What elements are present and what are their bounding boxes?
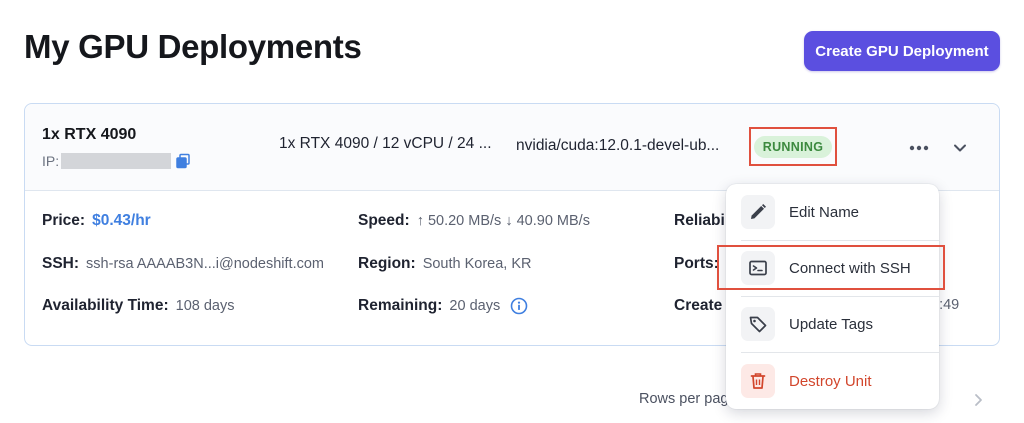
ip-row: IP:: [42, 153, 191, 169]
menu-item-label: Edit Name: [789, 203, 860, 221]
deployment-spec: 1x RTX 4090 / 12 vCPU / 24 ...: [279, 135, 492, 152]
deployment-card-header[interactable]: 1x RTX 4090 IP: 1x RTX 4090 / 12 vCPU / …: [25, 104, 999, 191]
ssh-value[interactable]: ssh-rsa AAAAB3N...i@nodeshift.com: [86, 256, 324, 272]
region-value: South Korea, KR: [422, 256, 532, 272]
reliability-label: Reliabi: [674, 212, 725, 229]
ssh-row: SSH: ssh-rsa AAAAB3N...i@nodeshift.com: [42, 255, 324, 273]
created-label: Create: [674, 297, 723, 314]
trash-icon: [741, 364, 775, 398]
reliability-row: Reliabi: [674, 212, 732, 230]
status-badge: RUNNING: [753, 135, 833, 158]
speed-value: ↑ 50.20 MB/s ↓ 40.90 MB/s: [416, 213, 590, 229]
ip-redacted: [61, 153, 172, 169]
status-highlight: RUNNING: [749, 127, 837, 166]
created-row: Create: [674, 297, 729, 315]
speed-row: Speed: ↑ 50.20 MB/s ↓ 40.90 MB/s: [358, 212, 590, 230]
page-content: My GPU Deployments Create GPU Deployment…: [0, 0, 1024, 423]
menu-item-destroy-unit[interactable]: Destroy Unit: [726, 353, 939, 409]
page: My GPU Deployments Create GPU Deployment…: [0, 0, 1024, 423]
more-options-icon[interactable]: [908, 137, 930, 159]
availability-value: 108 days: [175, 298, 235, 314]
info-icon[interactable]: [510, 297, 528, 315]
region-label: Region:: [358, 255, 416, 272]
menu-item-label: Connect with SSH: [789, 259, 911, 277]
speed-label: Speed:: [358, 212, 410, 229]
ip-label: IP:: [42, 153, 60, 169]
remaining-label: Remaining:: [358, 297, 443, 314]
gpu-name: 1x RTX 4090: [42, 126, 137, 143]
terminal-icon: [741, 251, 775, 285]
region-row: Region: South Korea, KR: [358, 255, 532, 273]
ssh-label: SSH:: [42, 255, 80, 272]
price-label: Price:: [42, 212, 86, 229]
menu-item-update-tags[interactable]: Update Tags: [726, 296, 939, 352]
ports-row: Ports:: [674, 255, 726, 273]
deployment-context-menu: Edit Name Connect with SSH Update Tags D…: [726, 184, 939, 409]
rows-per-page-label: Rows per pag: [639, 391, 729, 407]
menu-item-edit-name[interactable]: Edit Name: [726, 184, 939, 240]
remaining-row: Remaining: 20 days: [358, 297, 528, 315]
menu-item-connect-ssh[interactable]: Connect with SSH: [726, 240, 939, 296]
deployment-image: nvidia/cuda:12.0.1-devel-ub...: [516, 137, 720, 154]
page-title: My GPU Deployments: [24, 28, 362, 65]
price-row: Price: $0.43/hr: [42, 212, 151, 230]
chevron-down-icon[interactable]: [950, 138, 970, 158]
create-gpu-deployment-button[interactable]: Create GPU Deployment: [804, 31, 1000, 71]
pencil-icon: [741, 195, 775, 229]
price-value: $0.43/hr: [92, 212, 151, 229]
chevron-right-icon[interactable]: [970, 392, 986, 408]
availability-label: Availability Time:: [42, 297, 169, 314]
ports-label: Ports:: [674, 255, 719, 272]
tag-icon: [741, 307, 775, 341]
availability-row: Availability Time: 108 days: [42, 297, 235, 315]
menu-item-label: Destroy Unit: [789, 372, 872, 390]
menu-item-label: Update Tags: [789, 315, 873, 333]
copy-icon[interactable]: [175, 153, 191, 169]
remaining-value: 20 days: [449, 298, 501, 314]
